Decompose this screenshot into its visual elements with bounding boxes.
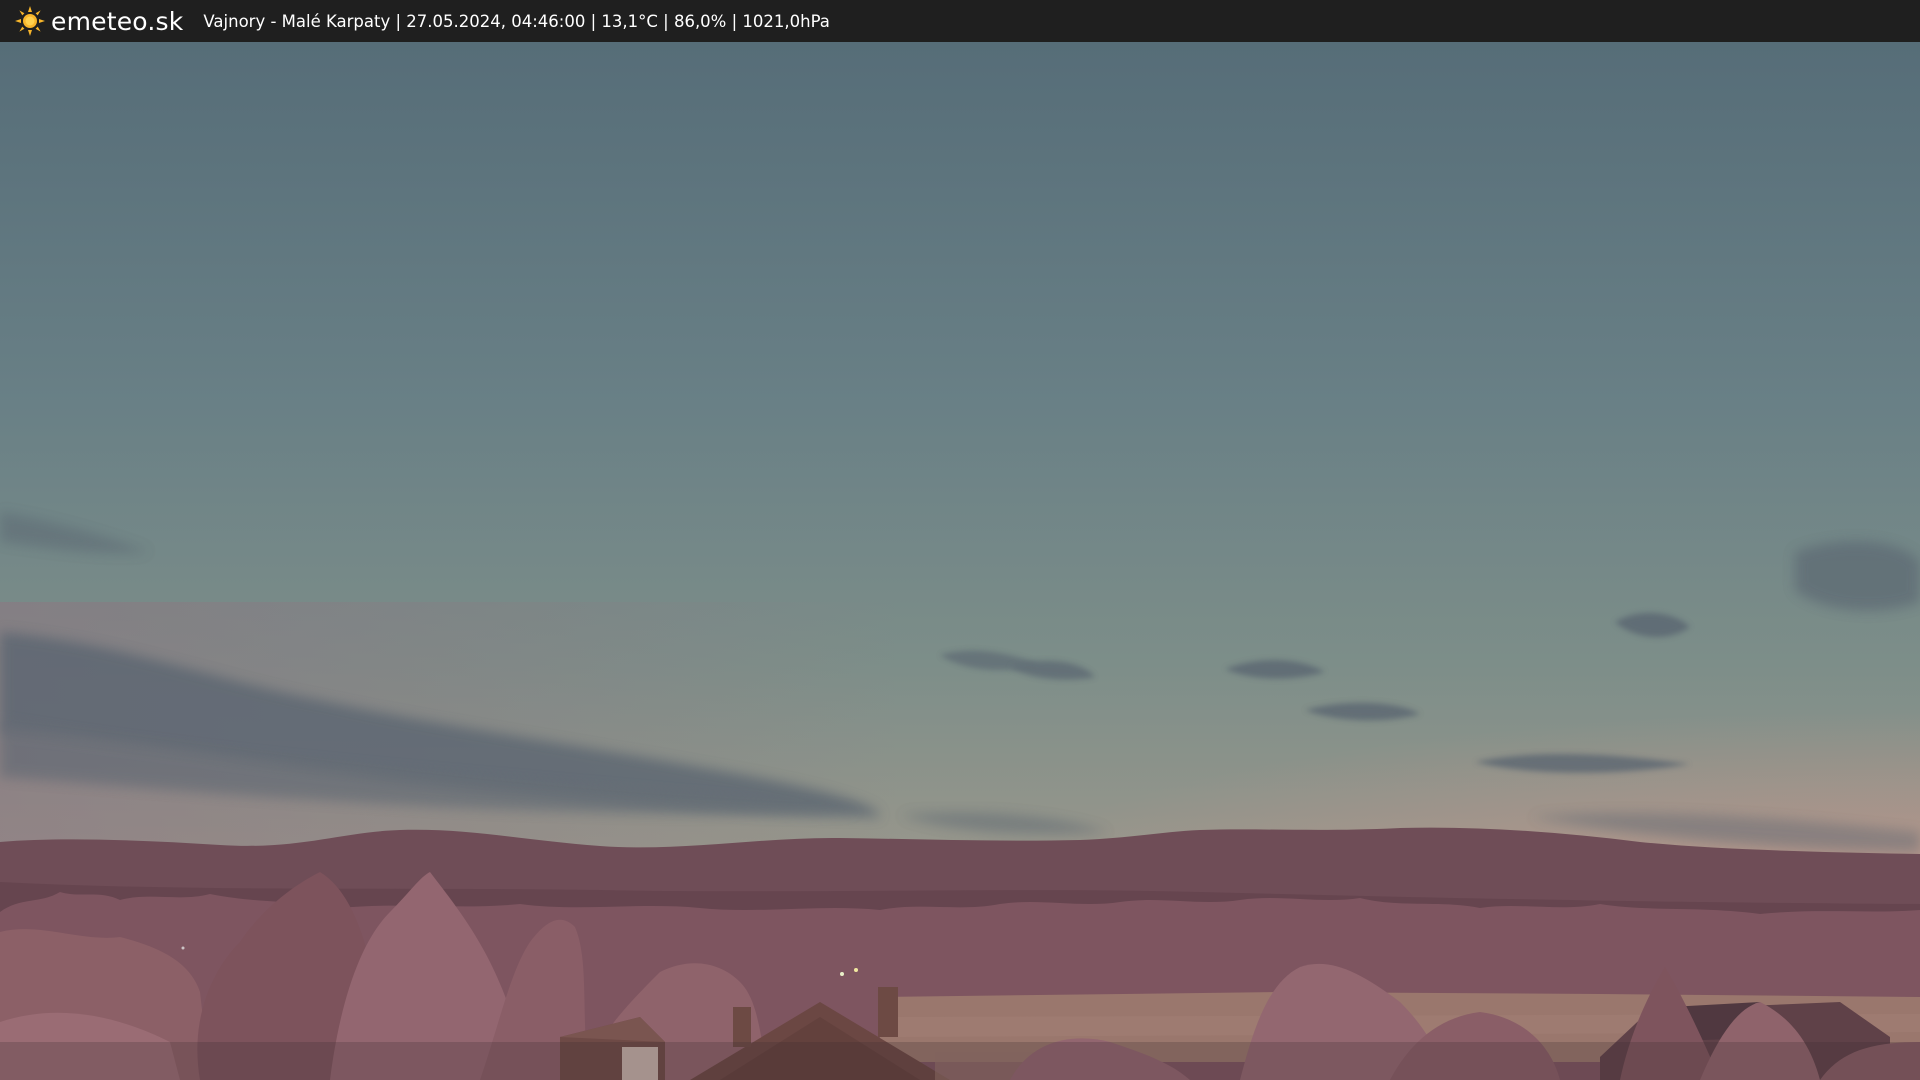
header-bar: emeteo.sk Vajnory - Malé Karpaty | 27.05… xyxy=(0,0,1920,42)
webcam-image xyxy=(0,42,1920,1080)
sun-icon xyxy=(15,6,45,36)
site-logo[interactable]: emeteo.sk xyxy=(14,5,183,37)
brand-name: emeteo.sk xyxy=(51,6,184,36)
webcam-viewer: emeteo.sk Vajnory - Malé Karpaty | 27.05… xyxy=(0,0,1920,1080)
station-info: Vajnory - Malé Karpaty | 27.05.2024, 04:… xyxy=(203,11,830,31)
